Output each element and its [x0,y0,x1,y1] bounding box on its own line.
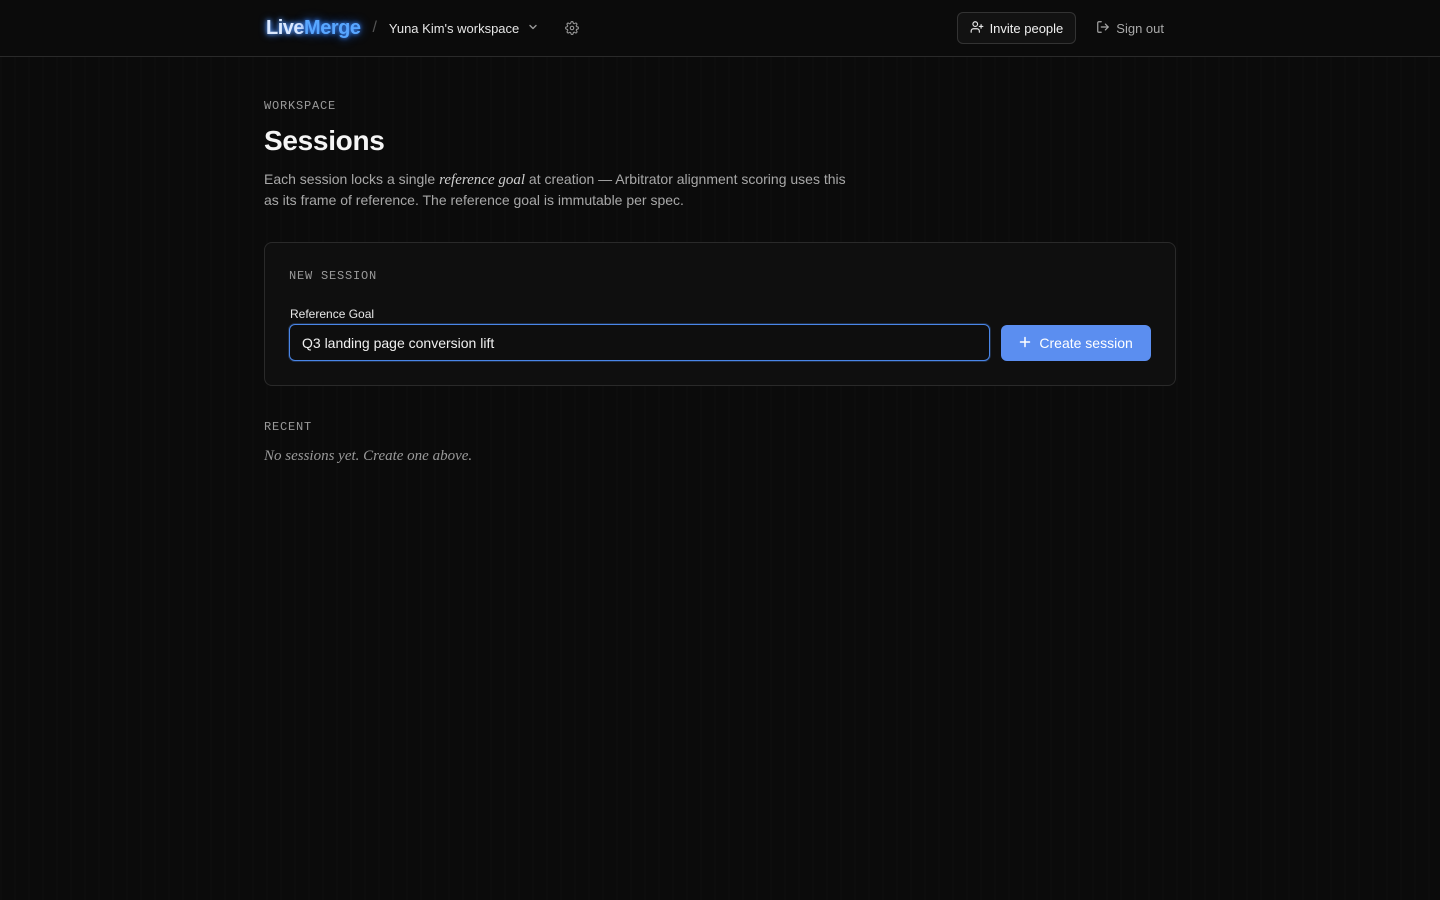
sign-out-label: Sign out [1116,20,1164,36]
workspace-switcher[interactable]: Yuna Kim's workspace [389,21,539,36]
recent-heading: RECENT [264,420,313,434]
log-out-icon [1096,20,1110,37]
workspace-name: Yuna Kim's workspace [388,20,520,36]
new-session-card: NEW SESSION Reference Goal Create sessio… [264,242,1176,386]
new-session-heading: NEW SESSION [289,269,378,283]
create-session-button[interactable]: Create session [1001,324,1151,361]
page-eyebrow: WORKSPACE [264,99,337,113]
main-content: WORKSPACE Sessions Each session locks a … [264,57,1176,465]
logo-live-text: Live [266,16,305,39]
description-emphasis: reference goal [439,172,526,188]
gear-icon[interactable] [565,20,581,36]
top-bar-inner: Live Merge / Yuna Kim's workspace Invite… [264,0,1176,56]
reference-goal-label: Reference Goal [290,307,375,321]
breadcrumb-separator: / [372,19,377,36]
chevron-down-icon [527,21,539,36]
top-bar: Live Merge / Yuna Kim's workspace Invite… [0,0,1440,57]
header-right: Invite people Sign out [956,12,1176,44]
logo-merge-text: Merge [304,16,361,39]
reference-goal-input[interactable] [289,324,991,361]
plus-icon [1019,335,1031,351]
recent-empty-state: No sessions yet. Create one above. [264,448,473,464]
page-description: Each session locks a single reference go… [264,169,854,210]
invite-people-label: Invite people [989,20,1064,36]
user-plus-icon [970,20,984,37]
create-session-label: Create session [1039,334,1133,351]
new-session-form-row: Create session [289,324,1151,361]
page-title: Sessions [264,125,385,156]
sign-out-button[interactable]: Sign out [1084,12,1176,44]
header-left: Live Merge / Yuna Kim's workspace [264,15,581,42]
livemerge-logo[interactable]: Live Merge [264,15,362,42]
description-text-start: Each session locks a single [264,171,440,187]
invite-people-button[interactable]: Invite people [956,12,1077,44]
